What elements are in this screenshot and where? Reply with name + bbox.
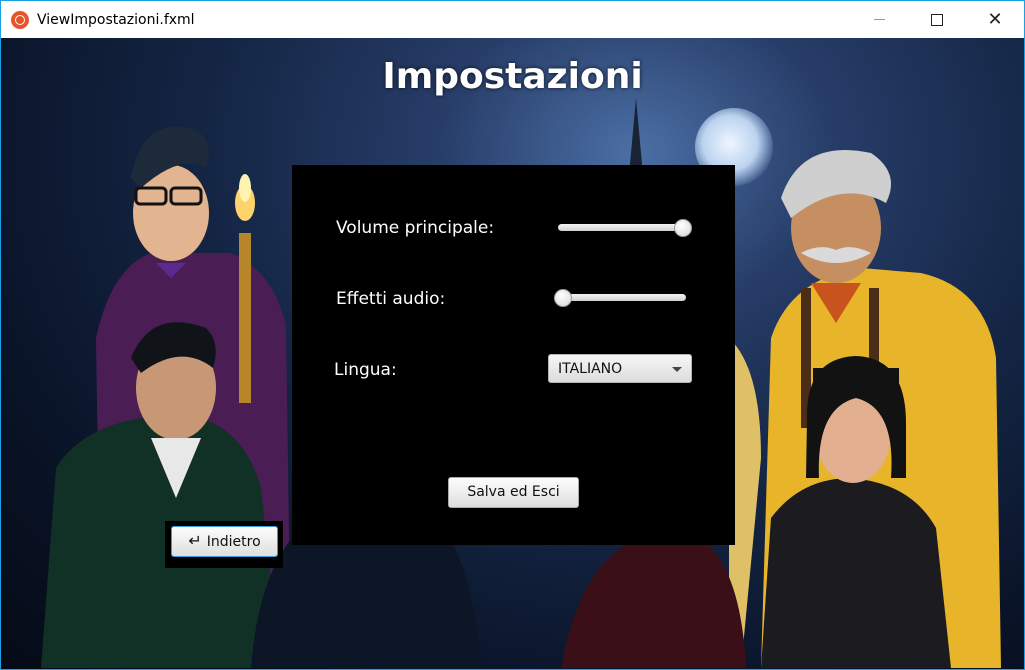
language-label: Lingua: xyxy=(334,360,397,380)
enter-return-icon: ↵ xyxy=(188,531,202,550)
settings-panel: Volume principale: Effetti audio: Lingua… xyxy=(292,165,735,545)
volume-slider[interactable] xyxy=(558,219,692,237)
page-title: Impostazioni xyxy=(382,56,643,97)
volume-label: Volume principale: xyxy=(336,218,495,238)
window-title: ViewImpostazioni.fxml xyxy=(37,11,195,28)
maximize-icon xyxy=(931,13,943,26)
volume-slider-thumb[interactable] xyxy=(674,219,692,237)
maximize-button[interactable] xyxy=(908,1,966,38)
minimize-button[interactable] xyxy=(850,1,908,38)
close-button[interactable]: ✕ xyxy=(966,1,1024,38)
background-illustration: Impostazioni Volume principale: Effetti … xyxy=(1,38,1024,669)
close-icon: ✕ xyxy=(987,8,1003,30)
chevron-down-icon xyxy=(672,367,682,372)
foreground-figure-red xyxy=(561,538,746,668)
effects-label: Effetti audio: xyxy=(336,289,446,309)
app-icon xyxy=(11,10,29,29)
back-button[interactable]: ↵ Indietro xyxy=(171,526,278,557)
app-window: ViewImpostazioni.fxml ✕ Impostazioni Vol… xyxy=(0,0,1025,670)
title-bar[interactable]: ViewImpostazioni.fxml ✕ xyxy=(1,1,1024,38)
language-selected-value: ITALIANO xyxy=(558,361,623,377)
save-and-exit-button[interactable]: Salva ed Esci xyxy=(448,477,579,508)
minimize-icon xyxy=(873,19,885,20)
effects-slider-thumb[interactable] xyxy=(554,289,572,307)
effects-slider[interactable] xyxy=(554,289,686,307)
language-dropdown[interactable]: ITALIANO xyxy=(548,354,692,383)
back-button-container: ↵ Indietro xyxy=(165,521,283,568)
back-button-label: Indietro xyxy=(206,534,261,550)
